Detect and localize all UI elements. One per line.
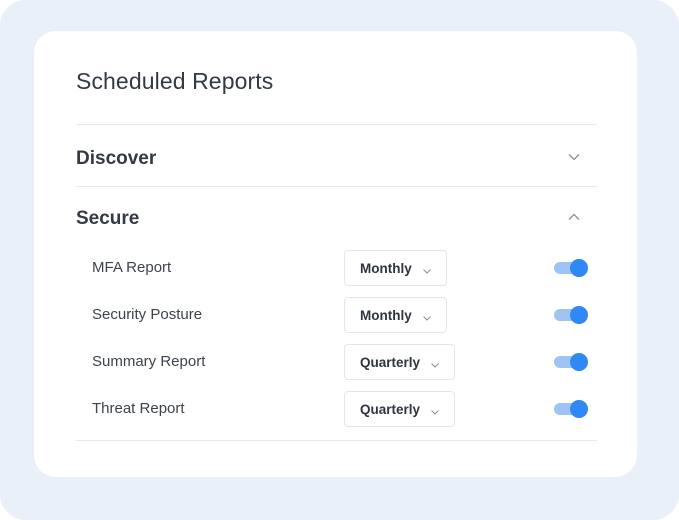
frequency-value: Quarterly [360,401,421,417]
frequency-value: Quarterly [360,354,421,370]
toggle-knob [570,259,588,277]
frequency-select[interactable]: Monthly [344,297,447,333]
chevron-down-icon [430,357,440,368]
chevron-down-icon[interactable] [567,150,581,164]
section-title-secure: Secure [76,208,140,229]
report-row-summary: Summary Report Quarterly [76,344,597,380]
page-background: Scheduled Reports Discover Secure MFA Re… [0,0,679,520]
divider [76,186,597,187]
frequency-value: Monthly [360,260,412,276]
section-header-discover[interactable]: Discover [76,140,597,180]
frequency-select[interactable]: Monthly [344,250,447,286]
chevron-down-icon [430,404,440,415]
frequency-value: Monthly [360,307,412,323]
chevron-down-icon [422,263,432,274]
report-name: Security Posture [92,306,203,323]
chevron-up-icon[interactable] [567,210,581,224]
report-toggle[interactable] [554,306,588,324]
scheduled-reports-card: Scheduled Reports Discover Secure MFA Re… [34,31,637,477]
divider [76,124,597,125]
report-name: Threat Report [92,400,185,417]
page-title: Scheduled Reports [76,68,274,94]
section-header-secure[interactable]: Secure [76,200,597,240]
report-name: Summary Report [92,353,206,370]
report-toggle[interactable] [554,353,588,371]
toggle-knob [570,353,588,371]
report-row-security-posture: Security Posture Monthly [76,297,597,333]
frequency-select[interactable]: Quarterly [344,344,456,380]
divider [76,440,597,441]
chevron-down-icon [422,310,432,321]
section-title-discover: Discover [76,148,157,169]
report-row-threat: Threat Report Quarterly [76,391,597,427]
toggle-knob [570,400,588,418]
report-row-mfa: MFA Report Monthly [76,250,597,286]
report-name: MFA Report [92,259,172,276]
frequency-select[interactable]: Quarterly [344,391,456,427]
report-toggle[interactable] [554,259,588,277]
toggle-knob [570,306,588,324]
report-toggle[interactable] [554,400,588,418]
